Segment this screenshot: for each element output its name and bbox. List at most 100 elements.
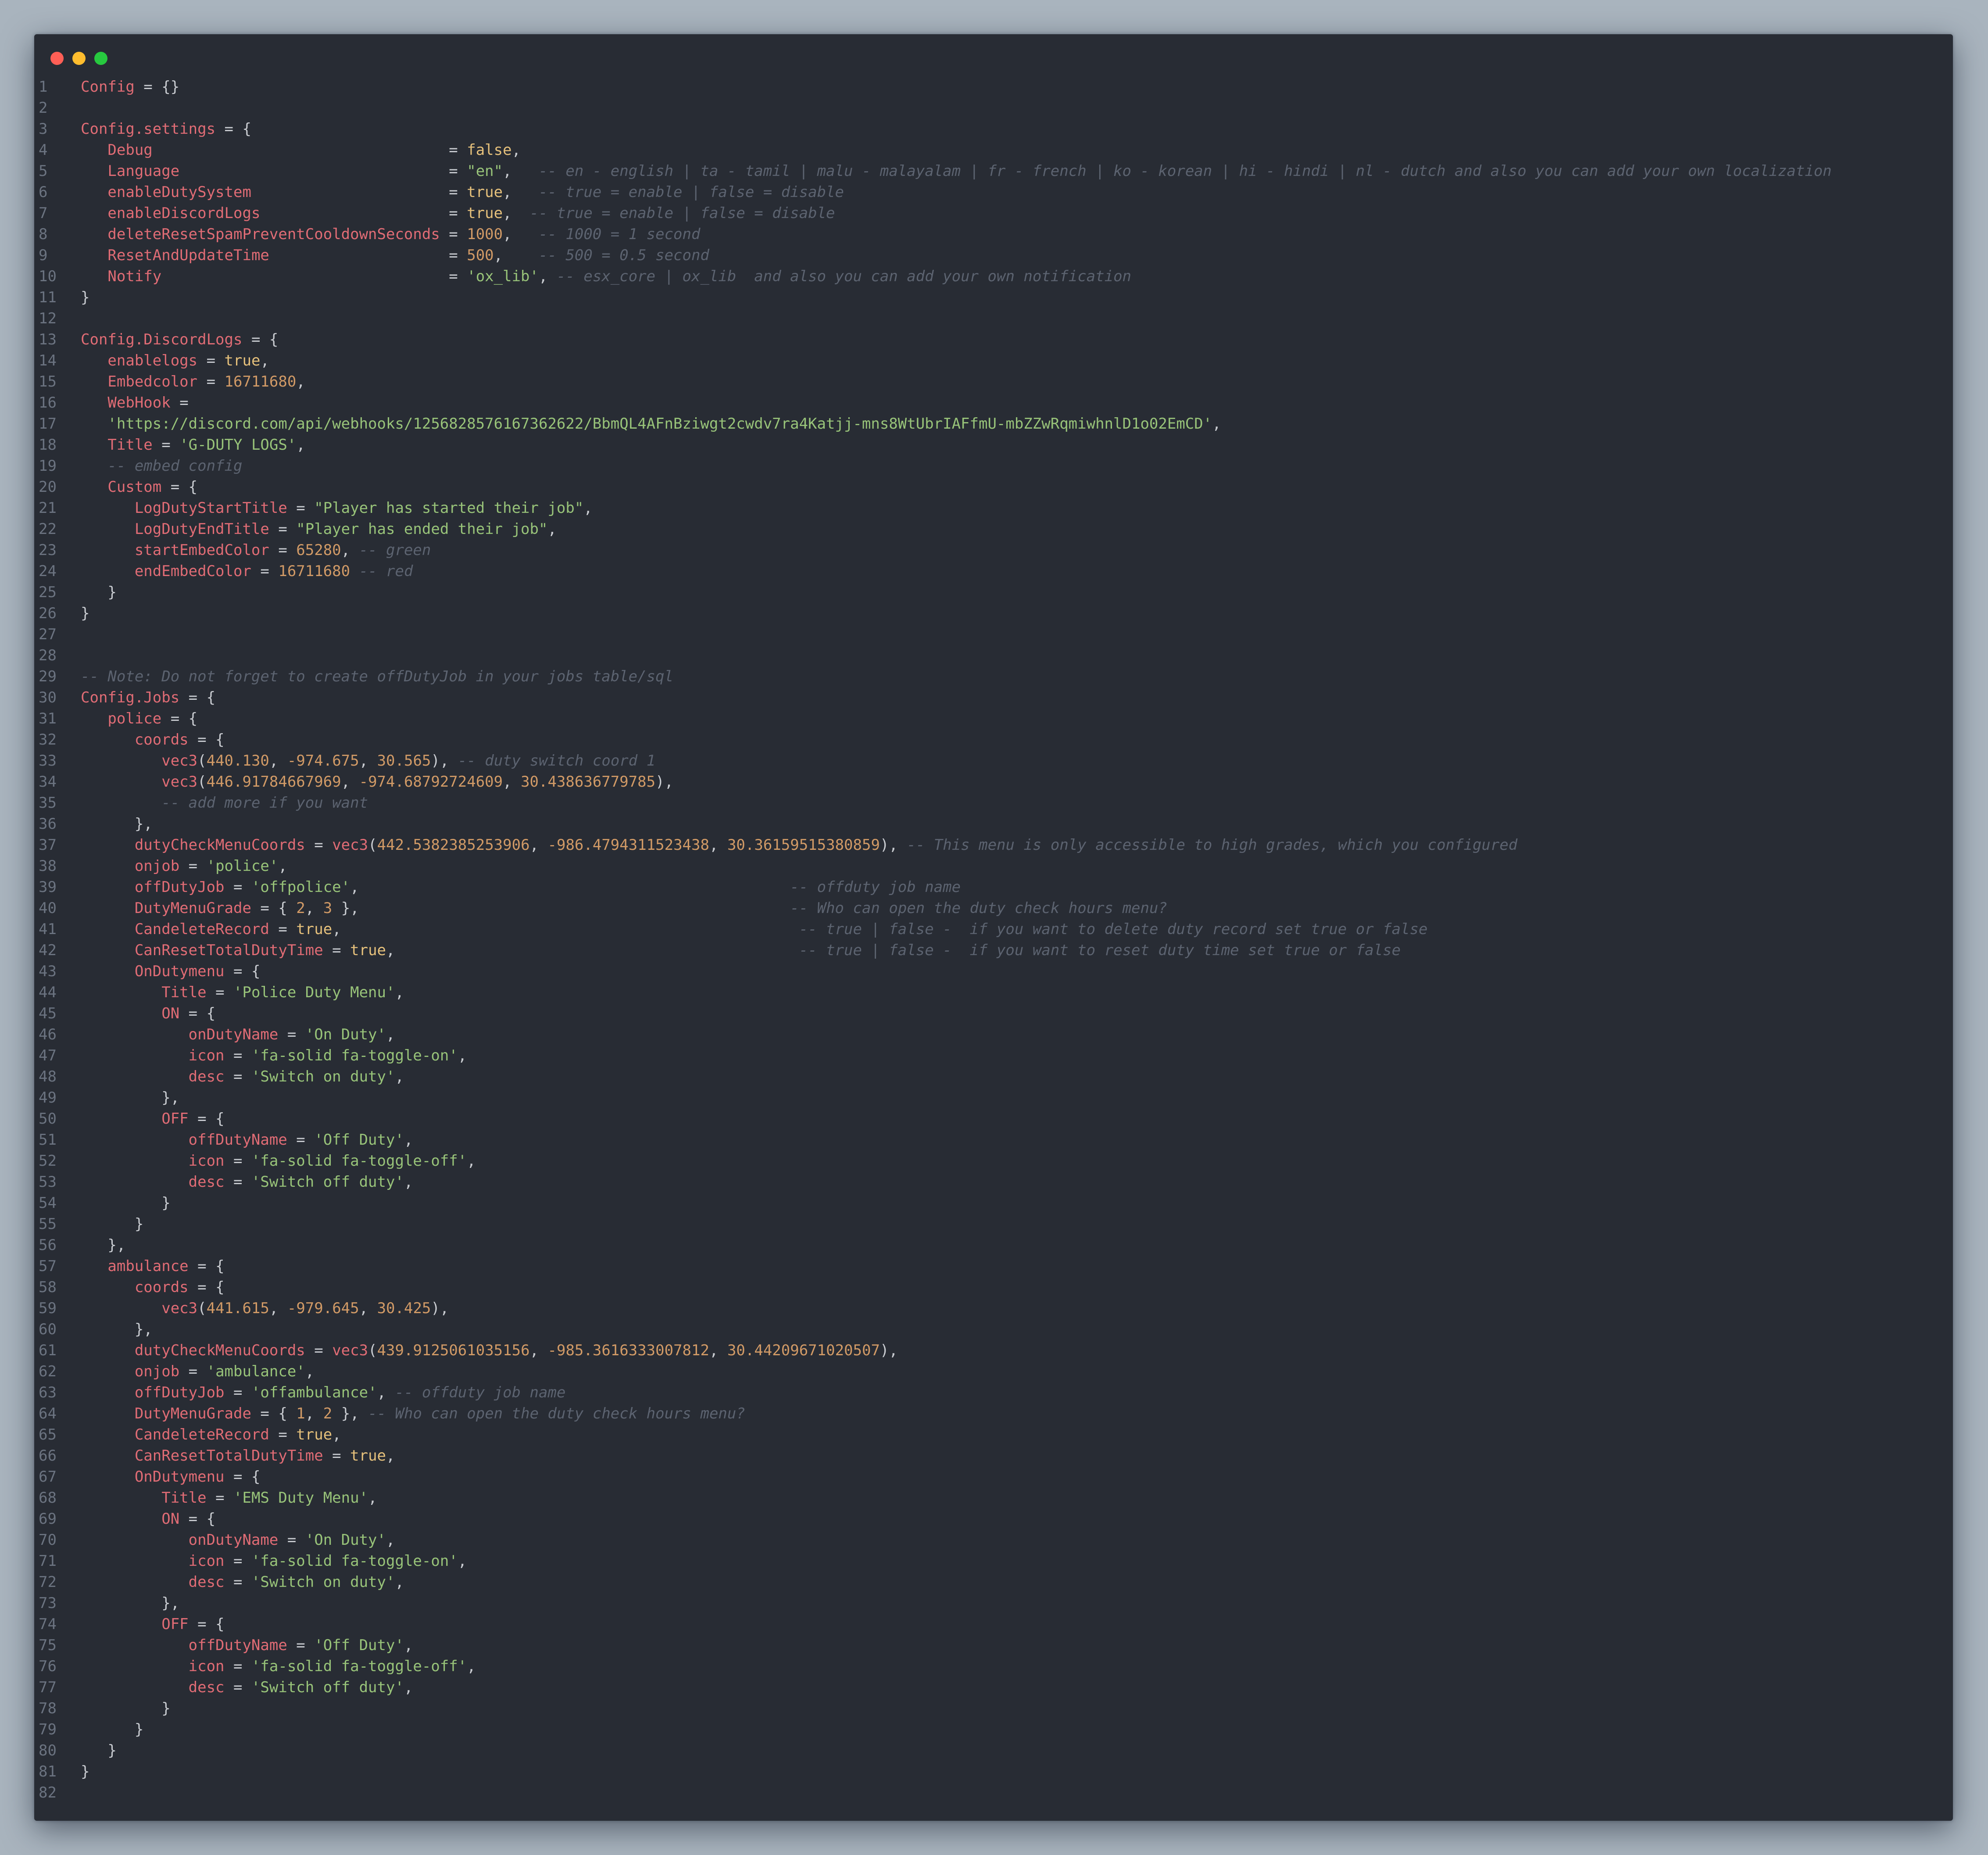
code-line: 75 offDutyName = 'Off Duty', (34, 1635, 1953, 1656)
code-line: 20 Custom = { (34, 476, 1953, 498)
code-line: 27 (34, 624, 1953, 645)
code-line: 38 onjob = 'police', (34, 856, 1953, 877)
code-line: 43 OnDutymenu = { (34, 961, 1953, 982)
number-token: 65280 (296, 541, 341, 559)
punctuation-token: = (206, 1489, 234, 1507)
punctuation-token: } (81, 605, 90, 622)
line-content: CanResetTotalDutyTime = true, (81, 1445, 395, 1466)
code-line: 8 deleteResetSpamPreventCooldownSeconds … (34, 224, 1953, 245)
line-content: CandeleteRecord = true, -- true | false … (81, 919, 1428, 940)
punctuation-token (81, 373, 107, 390)
string-token: 'fa-solid fa-toggle-on' (251, 1552, 458, 1570)
identifier-token: Config.settings (81, 120, 216, 138)
function-token: vec3 (332, 1342, 368, 1359)
punctuation-token (81, 1573, 189, 1591)
punctuation-token: } (81, 1721, 144, 1738)
identifier-token: Title (161, 984, 207, 1001)
punctuation-token: = { (224, 1468, 261, 1486)
line-content: vec3(440.130, -974.675, 30.565), -- duty… (81, 750, 655, 771)
number-token: 439.9125061035156 (377, 1342, 530, 1359)
code-line: 51 offDutyName = 'Off Duty', (34, 1129, 1953, 1150)
code-line: 7 enableDiscordLogs = true, -- true = en… (34, 203, 1953, 224)
punctuation-token: , (269, 1300, 287, 1317)
punctuation-token (81, 204, 107, 222)
punctuation-token: = { (188, 1110, 225, 1128)
string-token: "Player has started their job" (314, 499, 584, 517)
code-line: 68 Title = 'EMS Duty Menu', (34, 1487, 1953, 1508)
comment-token: -- Who can open the duty check hours men… (790, 899, 1167, 917)
string-token: 'police' (206, 857, 279, 875)
line-content: desc = 'Switch on duty', (81, 1572, 404, 1593)
comment-token: -- offduty job name (395, 1384, 566, 1401)
line-content: Title = 'EMS Duty Menu', (81, 1487, 377, 1508)
string-token: 'Switch off duty' (251, 1679, 404, 1696)
close-window-button[interactable] (50, 52, 64, 65)
string-token: 'Switch off duty' (251, 1173, 404, 1191)
punctuation-token: , (404, 1131, 413, 1149)
code-line: 71 icon = 'fa-solid fa-toggle-on', (34, 1551, 1953, 1572)
identifier-token: enablelogs (107, 352, 198, 369)
identifier-token: ON (161, 1510, 180, 1528)
line-content: onjob = 'ambulance', (81, 1361, 314, 1382)
minimize-window-button[interactable] (72, 52, 86, 65)
punctuation-token: = (323, 1447, 350, 1465)
punctuation-token: , (350, 878, 790, 896)
line-content: } (81, 1761, 89, 1782)
line-content: 'https://discord.com/api/webhooks/125682… (81, 413, 1221, 434)
punctuation-token: , (395, 1573, 404, 1591)
string-token: 'Switch on duty' (251, 1573, 395, 1591)
code-line: 81} (34, 1761, 1953, 1782)
number-token: 16711680 (224, 373, 297, 390)
punctuation-token (81, 752, 161, 770)
punctuation-token (81, 1658, 189, 1675)
code-line: 25 } (34, 582, 1953, 603)
string-token: 'Police Duty Menu' (233, 984, 395, 1001)
identifier-token: onDutyName (188, 1026, 279, 1043)
punctuation-token: = { (179, 1510, 216, 1528)
punctuation-token: = (287, 1131, 315, 1149)
punctuation-token (81, 1405, 135, 1422)
identifier-token: ResetAndUpdateTime (107, 247, 440, 264)
identifier-token: enableDutySystem (107, 183, 440, 201)
string-token: 'fa-solid fa-toggle-off' (251, 1152, 467, 1170)
string-token: "Player has ended their job" (296, 520, 548, 538)
line-content: enableDiscordLogs = true, -- true = enab… (81, 203, 835, 224)
identifier-token: desc (188, 1068, 225, 1085)
code-line: 24 endEmbedColor = 16711680 -- red (34, 561, 1953, 582)
code-line: 30 Config.Jobs = { (34, 687, 1953, 708)
punctuation-token: = (179, 857, 207, 875)
boolean-token: true (350, 942, 386, 959)
punctuation-token (81, 1005, 161, 1022)
punctuation-token (81, 562, 135, 580)
punctuation-token (81, 1615, 161, 1633)
maximize-window-button[interactable] (94, 52, 107, 65)
line-content: startEmbedColor = 65280, -- green (81, 540, 431, 561)
punctuation-token: } (81, 1194, 171, 1212)
code-line: 55 } (34, 1214, 1953, 1235)
code-line: 57 ambulance = { (34, 1256, 1953, 1277)
punctuation-token (81, 1552, 189, 1570)
punctuation-token: = (269, 520, 297, 538)
number-token: 1 (296, 1405, 305, 1422)
punctuation-token: , (458, 1552, 467, 1570)
punctuation-token: = (440, 204, 467, 222)
comment-token: -- red (359, 562, 413, 580)
code-line: 74 OFF = { (34, 1614, 1953, 1635)
line-content: } (81, 1719, 143, 1740)
line-content: Language = "en", -- en - english | ta - … (81, 161, 1831, 182)
punctuation-token: , (386, 942, 799, 959)
punctuation-token: = { (251, 1405, 297, 1422)
code-line: 2 (34, 97, 1953, 118)
punctuation-token: = (440, 183, 467, 201)
punctuation-token (81, 1257, 107, 1275)
punctuation-token: , (547, 520, 557, 538)
identifier-token: Debug (107, 141, 440, 159)
punctuation-token: , (503, 773, 521, 791)
code-line: 4 Debug = false, (34, 140, 1953, 161)
code-line: 32 coords = { (34, 729, 1953, 750)
number-token: -986.4794311523438 (547, 836, 709, 854)
line-content: OFF = { (81, 1614, 224, 1635)
identifier-token: endEmbedColor (134, 562, 251, 580)
identifier-token: CanResetTotalDutyTime (134, 942, 323, 959)
punctuation-token (81, 1384, 135, 1401)
